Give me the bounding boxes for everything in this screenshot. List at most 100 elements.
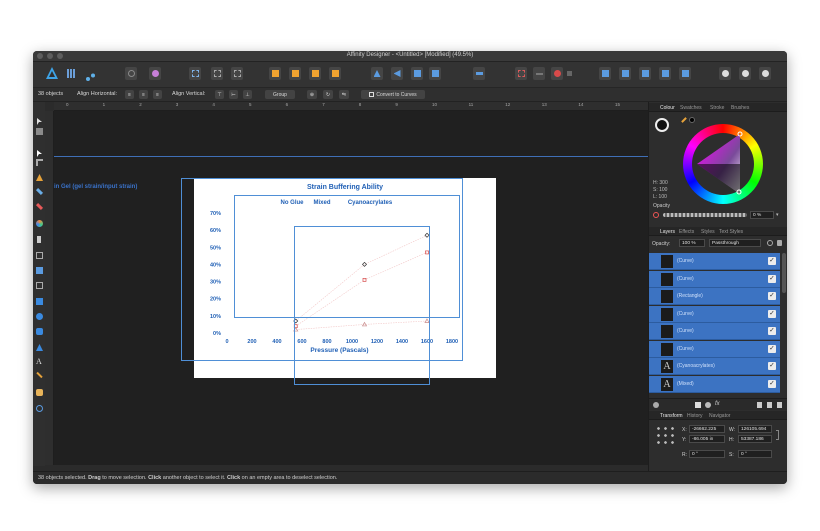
tab-styles[interactable]: Styles bbox=[701, 229, 715, 235]
layers-scrollbar[interactable] bbox=[782, 253, 786, 293]
align-top-button[interactable]: ⊤ bbox=[215, 90, 224, 99]
layer-row[interactable]: (Curve) ✓ bbox=[649, 340, 780, 358]
brush-tool-icon[interactable] bbox=[35, 202, 44, 211]
align-right-button[interactable]: ≡ bbox=[153, 90, 162, 99]
add-pixel-layer-icon[interactable] bbox=[757, 402, 762, 408]
node-tool-icon[interactable] bbox=[36, 144, 43, 157]
w-field[interactable]: 126105.694 bbox=[738, 425, 772, 433]
anchor-grid-icon[interactable] bbox=[655, 425, 675, 445]
place-image-tool-icon[interactable] bbox=[36, 267, 43, 274]
align-bottom-button[interactable]: ⊥ bbox=[243, 90, 252, 99]
align-icon[interactable] bbox=[473, 67, 485, 80]
tab-stroke[interactable]: Stroke bbox=[710, 105, 724, 111]
rotate-left-icon[interactable] bbox=[391, 67, 403, 80]
triangle-tool-icon[interactable] bbox=[36, 344, 43, 351]
layer-row[interactable]: (Curve) ✓ bbox=[649, 323, 780, 340]
opacity-dropdown-icon[interactable]: ▾ bbox=[776, 212, 779, 218]
boolean-intersect-icon[interactable] bbox=[639, 67, 651, 80]
black-swatch[interactable] bbox=[689, 117, 695, 123]
align-left-button[interactable]: ≡ bbox=[125, 90, 134, 99]
export-persona-icon[interactable] bbox=[86, 69, 95, 81]
flower-icon[interactable] bbox=[149, 67, 161, 80]
outside-axis-label[interactable]: in Gel (gel strain/input strain) bbox=[54, 184, 137, 190]
eyedropper-icon[interactable] bbox=[681, 117, 687, 123]
boolean-add-icon[interactable] bbox=[599, 67, 611, 80]
settings-gear-icon[interactable] bbox=[767, 240, 773, 246]
lock-icon[interactable] bbox=[777, 240, 782, 246]
zoom-tool-icon[interactable] bbox=[36, 405, 43, 412]
artboard-tool-icon[interactable] bbox=[36, 128, 43, 135]
mask-icon[interactable] bbox=[695, 402, 701, 408]
layer-row[interactable]: (Curve) ✓ bbox=[649, 253, 780, 270]
move-tool-icon[interactable] bbox=[36, 112, 43, 125]
snap-grid-icon[interactable] bbox=[211, 67, 223, 80]
duplicate-icon[interactable] bbox=[767, 402, 772, 408]
trash-icon[interactable] bbox=[777, 402, 782, 408]
link-icon[interactable] bbox=[776, 430, 779, 440]
hand-tool-icon[interactable] bbox=[36, 389, 43, 396]
no-fill-icon[interactable] bbox=[653, 212, 659, 218]
align-center-button[interactable]: ≡ bbox=[139, 90, 148, 99]
layers-opacity-field[interactable]: 100 % bbox=[679, 239, 705, 247]
layer-row[interactable]: (Curve) ✓ bbox=[649, 270, 780, 288]
tab-effects[interactable]: Effects bbox=[679, 229, 694, 235]
corner-tool-icon[interactable] bbox=[36, 159, 43, 166]
ellipse-tool-icon[interactable] bbox=[36, 313, 43, 320]
layer-visibility-checkbox[interactable]: ✓ bbox=[768, 309, 776, 318]
eyedropper-tool-icon[interactable] bbox=[36, 371, 43, 379]
snap-icon[interactable] bbox=[189, 67, 201, 80]
flip-button[interactable]: ⇋ bbox=[339, 90, 349, 99]
boolean-divide-icon[interactable] bbox=[679, 67, 691, 80]
guide-line[interactable] bbox=[54, 156, 648, 157]
geometry-icon[interactable] bbox=[551, 67, 563, 80]
h-field[interactable]: 53387.186 bbox=[738, 435, 772, 443]
arrange-front-icon[interactable] bbox=[329, 67, 341, 80]
colour-wheel[interactable] bbox=[683, 124, 763, 204]
pen-tool-icon[interactable] bbox=[36, 174, 43, 181]
rounded-rectangle-tool-icon[interactable] bbox=[36, 328, 43, 335]
tab-layers[interactable]: Layers bbox=[660, 229, 675, 235]
artistic-text-tool-icon[interactable]: A bbox=[36, 358, 43, 366]
vector-crop-tool-icon[interactable] bbox=[36, 252, 43, 259]
layer-row[interactable]: A (Mixed) ✓ bbox=[649, 375, 780, 393]
boolean-subtract-icon[interactable] bbox=[619, 67, 631, 80]
rectangle-tool-icon[interactable] bbox=[36, 298, 43, 305]
transform-button[interactable]: ⊕ bbox=[307, 90, 317, 99]
canvas[interactable]: in Gel (gel strain/input strain) Strain … bbox=[54, 111, 648, 465]
fill-tool-icon[interactable] bbox=[36, 220, 43, 227]
tab-colour[interactable]: Colour bbox=[660, 105, 675, 111]
s-field[interactable]: 0 ° bbox=[738, 450, 772, 458]
arrange-forward-icon[interactable] bbox=[309, 67, 321, 80]
tab-text-styles[interactable]: Text Styles bbox=[719, 229, 743, 235]
adjustment-icon[interactable] bbox=[705, 402, 711, 408]
flip-horizontal-icon[interactable] bbox=[371, 67, 383, 80]
tab-swatches[interactable]: Swatches bbox=[680, 105, 702, 111]
layer-visibility-checkbox[interactable]: ✓ bbox=[768, 379, 776, 388]
r-field[interactable]: 0 ° bbox=[689, 450, 725, 458]
arrow-right-icon[interactable] bbox=[533, 67, 545, 80]
layer-visibility-checkbox[interactable]: ✓ bbox=[768, 257, 776, 265]
colour-triangle[interactable] bbox=[683, 124, 763, 204]
opacity-value-field[interactable]: 0 % bbox=[750, 211, 774, 219]
selection-plot-box[interactable] bbox=[294, 226, 430, 385]
designer-persona-icon[interactable] bbox=[45, 66, 59, 81]
layer-visibility-checkbox[interactable]: ✓ bbox=[768, 274, 776, 283]
chevron-down-icon[interactable] bbox=[567, 71, 572, 76]
tab-transform[interactable]: Transform bbox=[660, 413, 683, 419]
layer-row[interactable]: A (Cyanoacrylates) ✓ bbox=[649, 358, 780, 375]
opacity-slider[interactable] bbox=[663, 213, 747, 217]
transform-origin-icon[interactable] bbox=[515, 67, 527, 80]
pixel-persona-icon[interactable] bbox=[67, 69, 76, 78]
tab-brushes[interactable]: Brushes bbox=[731, 105, 749, 111]
convert-to-curves-button[interactable]: Convert to Curves bbox=[361, 90, 425, 99]
fx-icon[interactable]: fx bbox=[715, 401, 720, 407]
flip-vertical-icon[interactable] bbox=[429, 67, 441, 80]
layer-row[interactable]: (Curve) ✓ bbox=[649, 305, 780, 323]
layer-visibility-checkbox[interactable]: ✓ bbox=[768, 327, 776, 335]
align-middle-button[interactable]: ⊢ bbox=[229, 90, 238, 99]
insert-top-icon[interactable] bbox=[759, 67, 771, 80]
layer-row[interactable]: (Rectangle) ✓ bbox=[649, 288, 780, 305]
layer-visibility-checkbox[interactable]: ✓ bbox=[768, 344, 776, 353]
rotate-right-icon[interactable] bbox=[411, 67, 423, 80]
rotate-button[interactable]: ↻ bbox=[323, 90, 333, 99]
